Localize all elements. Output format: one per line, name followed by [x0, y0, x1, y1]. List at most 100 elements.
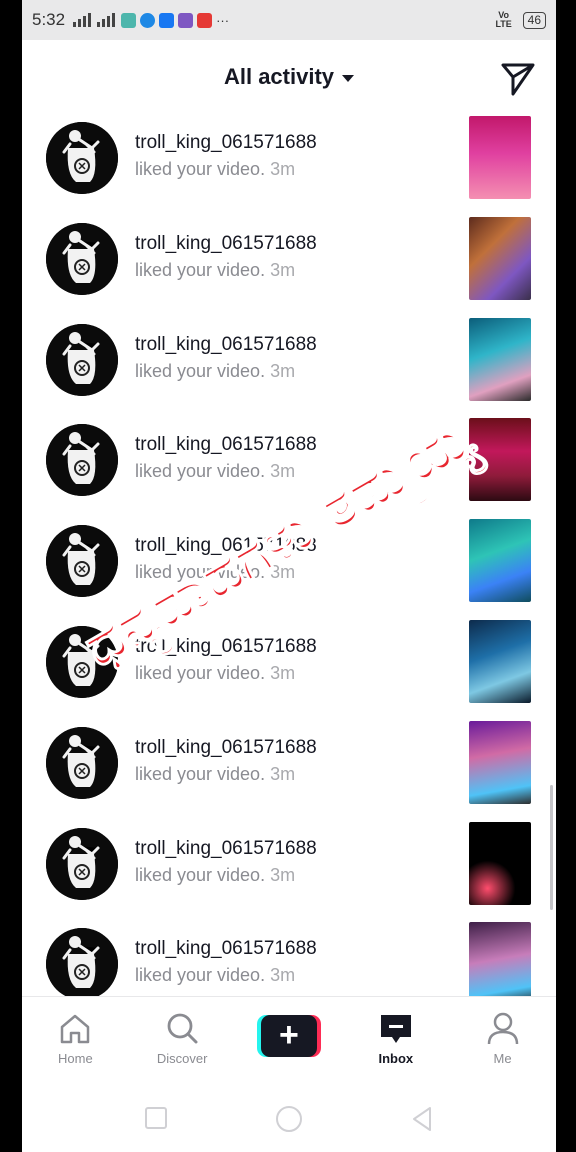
activity-time: 3m: [270, 864, 296, 885]
nav-discover[interactable]: Discover: [129, 997, 236, 1078]
activity-row[interactable]: troll_king_061571688liked your video. 3m: [22, 719, 556, 820]
user-avatar[interactable]: [46, 122, 118, 194]
video-thumbnail[interactable]: [469, 720, 531, 804]
caret-down-icon: [342, 75, 355, 82]
skeleton-scooter-avatar-icon: [46, 323, 118, 396]
status-time: 5:32: [32, 10, 66, 29]
direct-message-icon[interactable]: [500, 60, 536, 96]
skeleton-scooter-avatar-icon: [46, 827, 118, 900]
recent-apps-icon[interactable]: [144, 1106, 168, 1130]
activity-action: liked your video.: [135, 360, 266, 381]
activity-action: liked your video.: [135, 864, 266, 885]
activity-time: 3m: [270, 763, 296, 784]
user-avatar[interactable]: [46, 726, 118, 799]
activity-action: liked your video.: [135, 259, 266, 280]
signal-icon: [73, 13, 92, 27]
username-link[interactable]: troll_king_061571688: [135, 838, 317, 860]
activity-row[interactable]: troll_king_061571688liked your video. 3m: [22, 114, 556, 215]
activity-action: liked your video.: [135, 763, 266, 784]
nav-me[interactable]: Me: [449, 997, 556, 1078]
username-link[interactable]: troll_king_061571688: [135, 636, 317, 658]
nav-home[interactable]: Home: [22, 997, 129, 1078]
video-thumbnail[interactable]: [469, 317, 531, 401]
nav-inbox-label: Inbox: [378, 1051, 414, 1066]
bottom-nav: Home Discover + Inbox Me: [22, 996, 556, 1078]
video-thumbnail[interactable]: [469, 821, 531, 905]
username-link[interactable]: troll_king_061571688: [135, 737, 317, 759]
user-avatar[interactable]: [46, 323, 118, 396]
phone-screen: 5:32 ··· Vo LTE 46 All activity troll_ki…: [22, 0, 556, 1152]
system-navigation-bar: [22, 1078, 556, 1152]
user-avatar[interactable]: [46, 525, 118, 598]
nav-inbox[interactable]: Inbox: [342, 997, 449, 1078]
notification-app-icon: [140, 12, 156, 28]
username-link[interactable]: troll_king_061571688: [135, 334, 317, 356]
create-button[interactable]: +: [256, 1015, 321, 1057]
activity-text: liked your video. 3m: [135, 461, 295, 482]
page-title: All activity: [223, 64, 335, 89]
activity-row[interactable]: troll_king_061571688liked your video. 3m: [22, 316, 556, 417]
skeleton-scooter-avatar-icon: [46, 928, 118, 996]
search-icon: [167, 1013, 198, 1044]
user-avatar[interactable]: [46, 625, 118, 698]
activity-text: liked your video. 3m: [135, 361, 295, 382]
skeleton-scooter-avatar-icon: [46, 122, 118, 194]
nav-home-label: Home: [58, 1051, 93, 1066]
skeleton-scooter-avatar-icon: [46, 625, 118, 698]
activity-text: liked your video. 3m: [135, 562, 295, 583]
video-thumbnail[interactable]: [469, 619, 531, 703]
skeleton-scooter-avatar-icon: [46, 222, 118, 295]
user-avatar[interactable]: [46, 222, 118, 295]
skeleton-scooter-avatar-icon: [46, 525, 118, 598]
nav-create[interactable]: +: [236, 997, 343, 1078]
username-link[interactable]: troll_king_061571688: [135, 535, 317, 557]
activity-row[interactable]: troll_king_061571688liked your video. 3m: [22, 517, 556, 618]
notification-app-icon: [121, 12, 137, 28]
activity-action: liked your video.: [135, 562, 266, 583]
activity-text: liked your video. 3m: [135, 764, 295, 785]
activity-row[interactable]: troll_king_061571688liked your video. 3m: [22, 416, 556, 517]
activity-time: 3m: [270, 259, 296, 280]
activity-text: liked your video. 3m: [135, 865, 295, 886]
activity-row[interactable]: troll_king_061571688liked your video. 3m: [22, 215, 556, 316]
more-notifications-icon: ···: [216, 12, 230, 28]
username-link[interactable]: troll_king_061571688: [135, 938, 317, 960]
user-avatar[interactable]: [46, 827, 118, 900]
plus-icon: +: [260, 1015, 317, 1057]
activity-text: liked your video. 3m: [135, 965, 295, 986]
activity-row[interactable]: troll_king_061571688liked your video. 3m: [22, 618, 556, 719]
activity-action: liked your video.: [135, 159, 266, 179]
video-thumbnail[interactable]: [469, 116, 531, 199]
nav-me-label: Me: [493, 1051, 512, 1066]
activity-filter-dropdown[interactable]: All activity: [223, 64, 355, 90]
scrollbar[interactable]: [550, 785, 553, 910]
volte-icon: Vo LTE: [495, 10, 512, 29]
back-icon[interactable]: [410, 1106, 434, 1132]
activity-time: 3m: [270, 461, 296, 482]
activity-time: 3m: [270, 662, 296, 683]
battery-icon: 46: [522, 11, 546, 29]
activity-row[interactable]: troll_king_061571688liked your video. 3m: [22, 820, 556, 921]
activity-list: troll_king_061571688 liked your video. 3m…: [22, 114, 556, 996]
video-thumbnail[interactable]: [469, 418, 531, 502]
activity-text: liked your video. 3m: [135, 663, 295, 684]
activity-text: liked your video. 3m: [135, 159, 295, 180]
activity-time: 3m: [270, 965, 296, 986]
activity-time: 3m: [270, 159, 296, 179]
video-thumbnail[interactable]: [469, 216, 531, 300]
facebook-icon: [159, 12, 175, 28]
nav-discover-label: Discover: [156, 1051, 208, 1066]
username-link[interactable]: troll_king_061571688: [135, 434, 317, 456]
signal-icon-2: [97, 13, 116, 27]
activity-action: liked your video.: [135, 461, 266, 482]
activity-row[interactable]: troll_king_061571688liked your video. 3m: [22, 920, 556, 996]
user-avatar[interactable]: [46, 928, 118, 996]
home-system-icon[interactable]: [275, 1106, 303, 1134]
username-link[interactable]: troll_king_061571688: [135, 132, 317, 154]
video-thumbnail[interactable]: [469, 922, 531, 996]
username-link[interactable]: troll_king_061571688: [135, 233, 317, 255]
activity-header: All activity: [22, 40, 556, 114]
inbox-icon: [380, 1015, 411, 1043]
video-thumbnail[interactable]: [469, 519, 531, 603]
user-avatar[interactable]: [46, 424, 118, 497]
